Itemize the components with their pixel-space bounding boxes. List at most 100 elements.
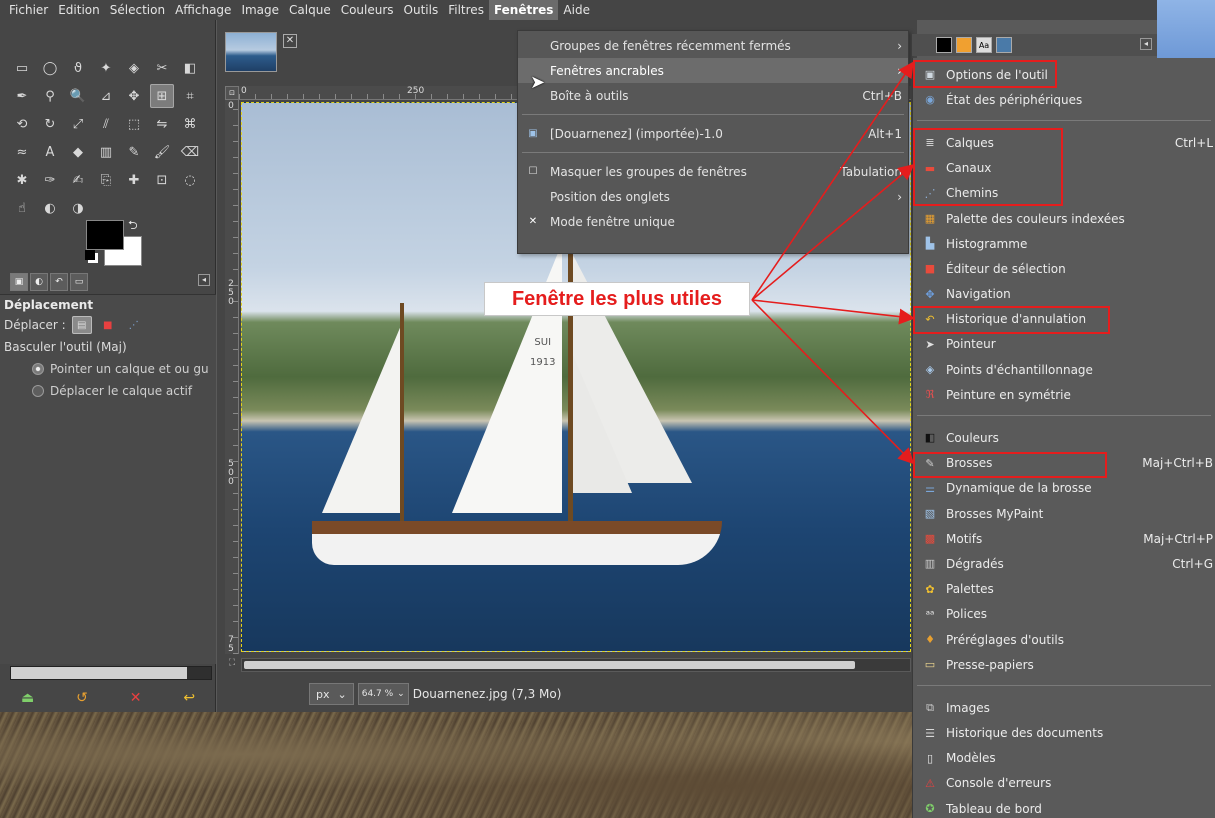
menu-couleurs[interactable]: Couleurs [336,0,399,20]
dockable-item[interactable]: ▯ Modèles [913,746,1215,771]
canvas-scrollbar-thumb[interactable] [244,661,855,669]
dockable-item[interactable]: ♦ Préréglages d'outils [913,627,1215,652]
measure-icon[interactable]: ⊿ [94,84,118,108]
dockable-item[interactable]: ▩ Motifs Maj+Ctrl+P [913,526,1215,551]
align-icon[interactable]: ⊞ [150,84,174,108]
windows-menu-item[interactable]: Groupes de fenêtres récemment fermés › [518,33,908,58]
perspective-clone-icon[interactable]: ⊡ [150,168,174,192]
zoom-icon[interactable]: 🔍 [66,84,90,108]
menu-fenetres[interactable]: Fenêtres [488,0,559,20]
pencil-icon[interactable]: ✎ [122,140,146,164]
pattern-icon[interactable] [956,37,972,53]
dockable-item[interactable]: ℜ Peinture en symétrie [913,382,1215,407]
dockable-item[interactable]: ↶ Historique d'annulation [913,307,1215,332]
paths-icon[interactable]: ✒ [10,84,34,108]
dockable-item[interactable]: ▭ Presse-papiers [913,652,1215,677]
bucket-fill-icon[interactable]: ◆ [66,140,90,164]
eraser-icon[interactable]: ⌫ [178,140,202,164]
menu-outils[interactable]: Outils [399,0,444,20]
dockable-item[interactable]: ⚌ Dynamique de la brosse [913,476,1215,501]
dockable-item[interactable]: ▧ Brosses MyPaint [913,501,1215,526]
dockable-item[interactable]: ▥ Dégradés Ctrl+G [913,551,1215,576]
dockable-item[interactable]: ⧉ Images [913,695,1215,720]
ellipse-select-icon[interactable]: ◯ [38,56,62,80]
menu-image[interactable]: Image [236,0,284,20]
perspective-icon[interactable]: ⬚ [122,112,146,136]
dockable-item[interactable]: ➤ Pointeur [913,332,1215,357]
gradient-icon[interactable]: ▥ [94,140,118,164]
windows-menu-item[interactable]: ✕ Mode fenêtre unique [518,209,908,234]
reset-colors-icon[interactable] [85,250,95,260]
move-path-mode-icon[interactable]: ⋰ [124,316,144,334]
canvas-horizontal-scrollbar[interactable] [241,658,911,672]
save-preset-icon[interactable]: ⏏ [21,690,34,706]
rect-select-icon[interactable]: ▭ [10,56,34,80]
dockable-item[interactable]: ☰ Historique des documents [913,721,1215,746]
dock-menu-icon[interactable]: ◂ [1140,38,1152,50]
dockable-item[interactable]: ⚠ Console d'erreurs [913,771,1215,796]
dodge-icon[interactable]: ◐ [38,196,62,220]
dockable-item[interactable]: ■ Éditeur de sélection [913,256,1215,281]
tab-device-status[interactable]: ◐ [30,273,48,291]
foreground-swatch-icon[interactable] [936,37,952,53]
scissors-icon[interactable]: ✂ [150,56,174,80]
fuzzy-select-icon[interactable]: ✦ [94,56,118,80]
dockable-item[interactable]: ◧ Couleurs [913,425,1215,450]
toolbox-scrollbar[interactable] [10,666,212,680]
flip-icon[interactable]: ⇋ [150,112,174,136]
dockable-item[interactable]: ◉ État des périphériques [913,87,1215,112]
clone-icon[interactable]: ⎘ [94,168,118,192]
dockable-item[interactable]: ▙ Histogramme [913,231,1215,256]
shear-icon[interactable]: ⫽ [94,112,118,136]
pick-layer-radio[interactable] [32,363,44,375]
menu-affichage[interactable]: Affichage [170,0,236,20]
close-icon[interactable]: ✕ [283,34,297,48]
windows-menu-item[interactable]: Fenêtres ancrables › [518,58,908,83]
dockable-item[interactable]: ✿ Palettes [913,577,1215,602]
zoom-select[interactable]: 64.7 % ⌄ [357,683,409,705]
tab-undo-history[interactable]: ↶ [50,273,68,291]
windows-menu-item[interactable]: Boîte à outils Ctrl+B [518,83,908,108]
blur-icon[interactable]: ◌ [178,168,202,192]
windows-menu-item[interactable]: ☐ Masquer les groupes de fenêtres Tabulati… [518,159,908,184]
airbrush-icon[interactable]: ✱ [10,168,34,192]
font-icon[interactable]: Aa [976,37,992,53]
scale-icon[interactable]: ⤢ [66,112,90,136]
unit-select[interactable]: px ⌄ [309,683,354,705]
menu-aide[interactable]: Aide [558,0,595,20]
color-select-icon[interactable]: ◈ [122,56,146,80]
dockable-item[interactable]: ᵃᵃ Polices [913,602,1215,627]
dockable-item[interactable]: ✎ Brosses Maj+Ctrl+B [913,451,1215,476]
dockable-item[interactable]: ▬ Canaux [913,156,1215,181]
heal-icon[interactable]: ✚ [122,168,146,192]
cage-icon[interactable]: ⌘ [178,112,202,136]
windows-menu-item[interactable]: ▣ [Douarnenez] (importée)-1.0 Alt+1 [518,121,908,146]
foreground-color-swatch[interactable] [86,220,124,250]
lasso-icon[interactable]: ϑ [66,56,90,80]
zoom-image-icon[interactable]: ⛶ [225,658,239,672]
image-thumbnail-tab[interactable] [225,32,277,72]
burn-icon[interactable]: ◑ [66,196,90,220]
restore-preset-icon[interactable]: ↺ [76,690,88,706]
smudge-icon[interactable]: ☝ [10,196,34,220]
crop-icon[interactable]: ⌗ [178,84,202,108]
check-icon[interactable]: ✕ [526,215,540,228]
delete-preset-icon[interactable]: ✕ [130,690,142,706]
dockable-item[interactable]: ▦ Palette des couleurs indexées [913,206,1215,231]
dock-menu-icon[interactable]: ◂ [198,274,210,286]
text-icon[interactable]: A [38,140,62,164]
menu-selection[interactable]: Sélection [105,0,170,20]
dockable-item[interactable]: ⋰ Chemins [913,181,1215,206]
quick-mask-corner[interactable]: ⊡ [225,86,239,100]
swap-colors-icon[interactable]: ⮌ [128,216,138,237]
reset-options-icon[interactable]: ↩ [183,690,195,706]
color-picker-icon[interactable]: ⚲ [38,84,62,108]
menu-calque[interactable]: Calque [284,0,336,20]
move-layer-mode-icon[interactable]: ▤ [71,316,92,334]
menu-fichier[interactable]: Fichier [4,0,53,20]
menu-edition[interactable]: Edition [53,0,105,20]
unified-transform-icon[interactable]: ⟲ [10,112,34,136]
dockable-item[interactable]: ✪ Tableau de bord [913,796,1215,818]
dockable-item[interactable]: ◈ Points d'échantillonnage [913,357,1215,382]
dockable-item[interactable]: ✥ Navigation [913,282,1215,307]
